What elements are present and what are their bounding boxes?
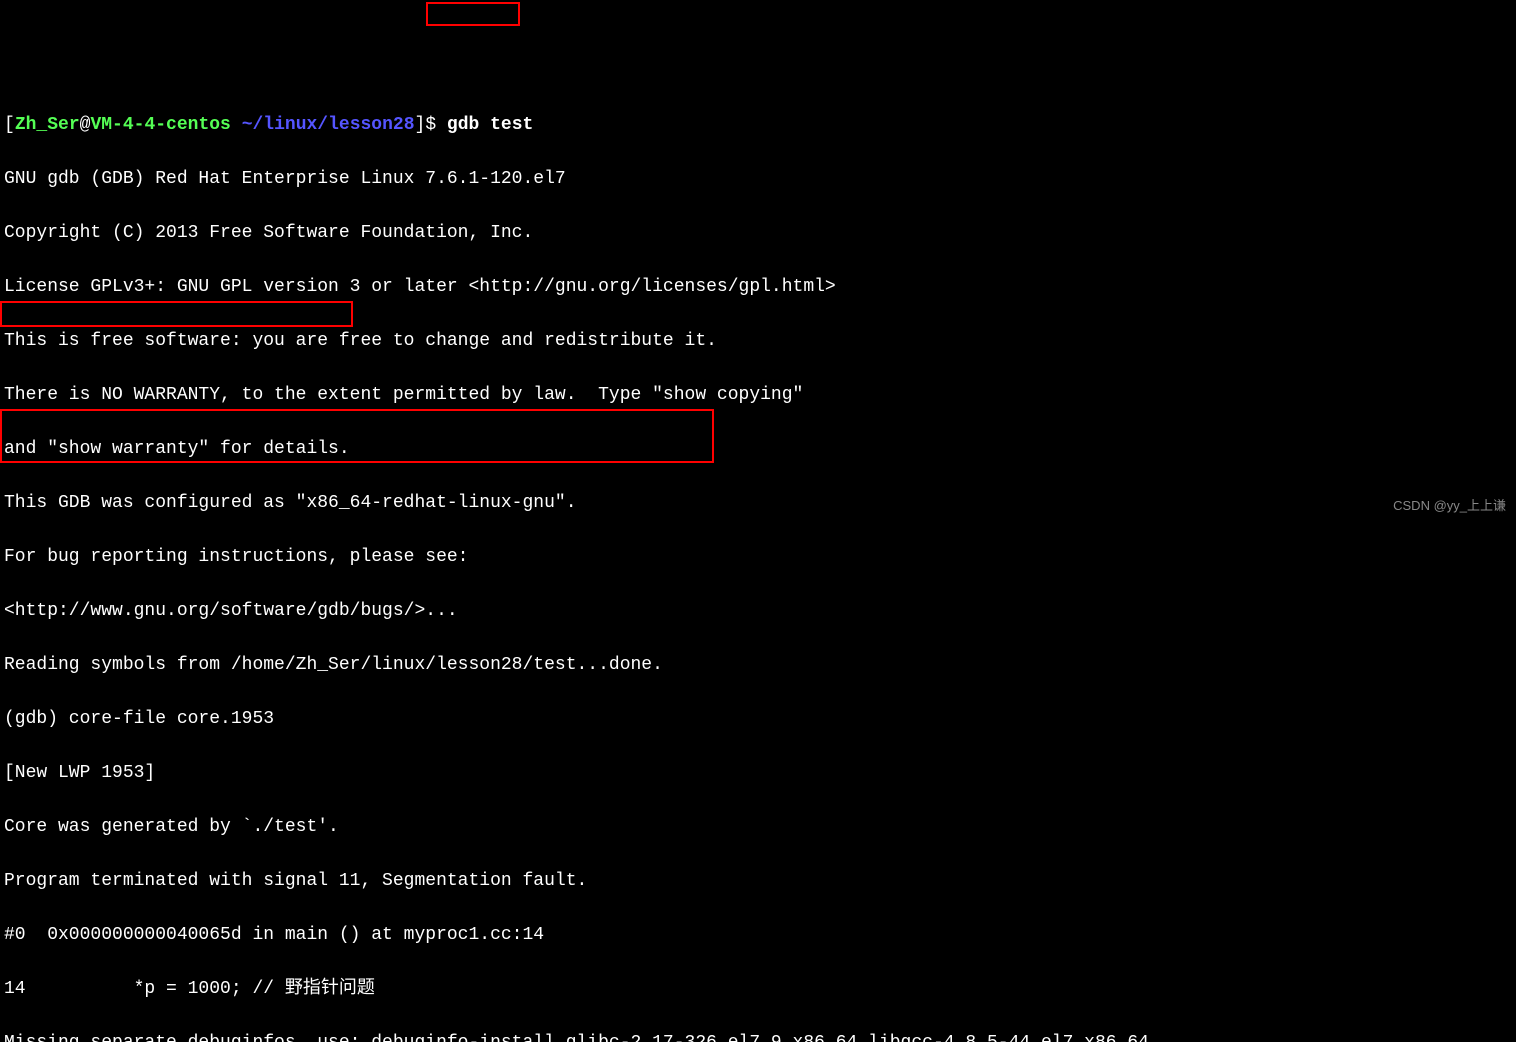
bracket: [ (4, 115, 15, 135)
at-sign: @ (80, 115, 91, 135)
output-line: GNU gdb (GDB) Red Hat Enterprise Linux 7… (4, 166, 1512, 193)
source-line: 14 *p = 1000; // 野指针问题 (4, 976, 1512, 1003)
output-line: <http://www.gnu.org/software/gdb/bugs/>.… (4, 598, 1512, 625)
output-line: [New LWP 1953] (4, 760, 1512, 787)
highlight-box-command (426, 2, 520, 26)
output-line: Program terminated with signal 11, Segme… (4, 868, 1512, 895)
prompt-space (231, 115, 242, 135)
output-line: For bug reporting instructions, please s… (4, 544, 1512, 571)
prompt-line: [Zh_Ser@VM-4-4-centos ~/linux/lesson28]$… (4, 112, 1512, 139)
output-line: License GPLv3+: GNU GPL version 3 or lat… (4, 274, 1512, 301)
prompt-path: ~/linux/lesson28 (242, 115, 415, 135)
output-line: Missing separate debuginfos, use: debugi… (4, 1030, 1512, 1042)
backtrace-line: #0 0x000000000040065d in main () at mypr… (4, 922, 1512, 949)
gdb-prompt-line[interactable]: (gdb) core-file core.1953 (4, 706, 1512, 733)
output-line: This is free software: you are free to c… (4, 328, 1512, 355)
prompt-user: Zh_Ser (15, 115, 80, 135)
command-input[interactable]: gdb test (447, 115, 533, 135)
prompt-host: VM-4-4-centos (90, 115, 230, 135)
highlight-box-corefile (0, 301, 353, 327)
bracket-close: ]$ (415, 115, 447, 135)
output-line: and "show warranty" for details. (4, 436, 1512, 463)
output-line: Reading symbols from /home/Zh_Ser/linux/… (4, 652, 1512, 679)
output-line: This GDB was configured as "x86_64-redha… (4, 490, 1512, 517)
output-line: Core was generated by `./test'. (4, 814, 1512, 841)
output-line: There is NO WARRANTY, to the extent perm… (4, 382, 1512, 409)
watermark: CSDN @yy_上上谦 (1393, 496, 1506, 516)
output-line: Copyright (C) 2013 Free Software Foundat… (4, 220, 1512, 247)
